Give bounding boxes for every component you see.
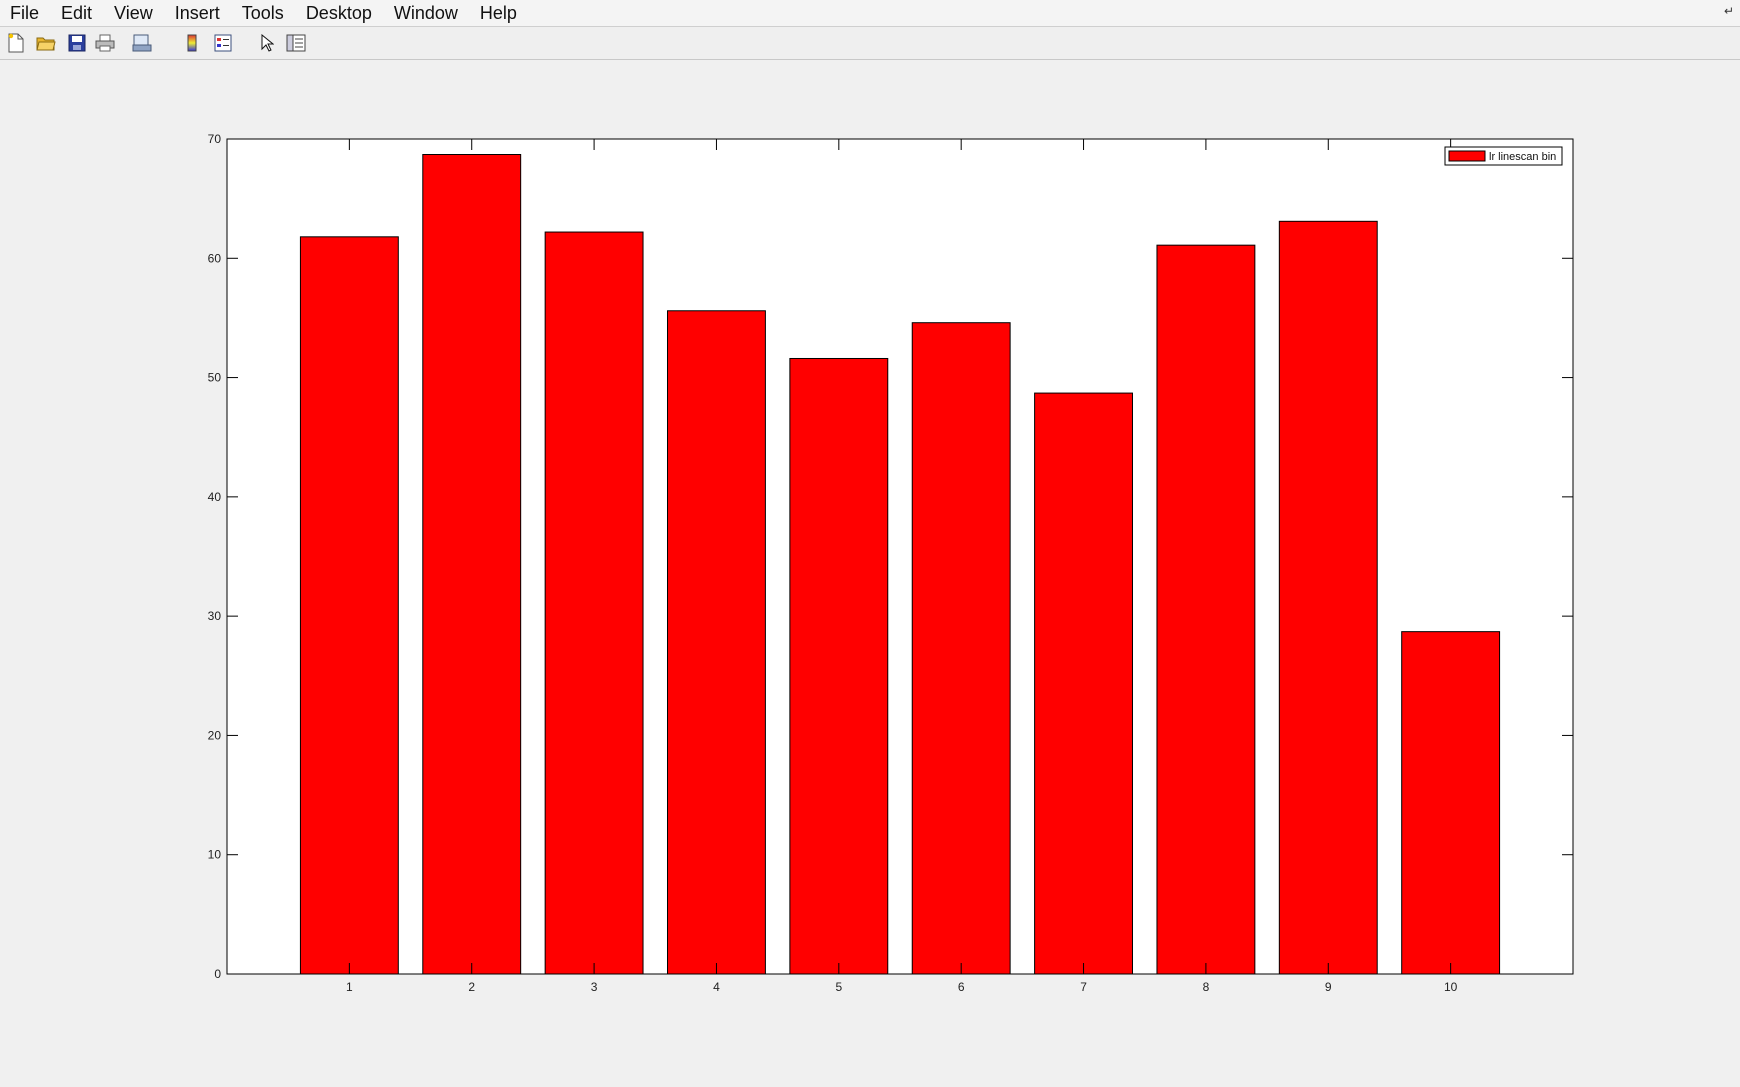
figure-toolbar [0, 27, 1740, 60]
open-file-icon[interactable] [35, 32, 57, 54]
new-figure-icon[interactable] [5, 32, 27, 54]
x-tick-label: 8 [1203, 980, 1210, 994]
bar-4[interactable] [667, 310, 766, 975]
y-tick-label: 70 [208, 132, 222, 146]
legend-swatch [1448, 150, 1486, 162]
y-tick-label: 0 [214, 967, 221, 981]
menu-edit[interactable]: Edit [50, 0, 103, 26]
print-preview-icon[interactable] [131, 32, 153, 54]
bar-9[interactable] [1278, 220, 1378, 975]
menu-insert[interactable]: Insert [164, 0, 231, 26]
colorbar-icon[interactable] [181, 32, 203, 54]
pointer-icon[interactable] [256, 32, 278, 54]
menu-view[interactable]: View [103, 0, 164, 26]
bar-2[interactable] [422, 154, 522, 975]
property-inspector-icon[interactable] [285, 32, 307, 54]
menu-bar: File Edit View Insert Tools Desktop Wind… [0, 0, 1740, 27]
figure-canvas: 0 10 20 30 40 50 60 70 1 2 3 4 5 6 7 8 9 10 lr linescan bi… [0, 60, 1740, 1087]
menu-tools[interactable]: Tools [231, 0, 295, 26]
print-icon[interactable] [94, 32, 116, 54]
y-tick-label: 10 [208, 848, 222, 862]
y-tick-label: 50 [208, 371, 222, 385]
legend-icon[interactable] [212, 32, 234, 54]
x-tick-label: 2 [468, 980, 475, 994]
x-tick-label: 9 [1325, 980, 1332, 994]
bar-chart[interactable]: 0 10 20 30 40 50 60 70 1 2 3 4 5 6 7 8 9 10 lr linescan bi… [0, 60, 1740, 1087]
bar-7[interactable] [1034, 392, 1133, 975]
legend-label: lr linescan bin [1489, 151, 1556, 163]
bar-1[interactable] [299, 236, 399, 975]
save-icon[interactable] [66, 32, 88, 54]
bar-8[interactable] [1156, 244, 1256, 975]
menu-help[interactable]: Help [469, 0, 528, 26]
menu-desktop[interactable]: Desktop [295, 0, 383, 26]
bar-10[interactable] [1401, 631, 1501, 975]
x-tick-label: 4 [713, 980, 720, 994]
undock-icon[interactable]: ↵ [1724, 4, 1734, 18]
menu-file[interactable]: File [0, 0, 50, 26]
menu-window[interactable]: Window [383, 0, 469, 26]
x-tick-label: 5 [835, 980, 842, 994]
x-tick-label: 6 [958, 980, 965, 994]
y-tick-label: 60 [208, 251, 222, 265]
x-tick-label: 1 [346, 980, 353, 994]
y-tick-label: 30 [208, 609, 222, 623]
bar-6[interactable] [911, 322, 1011, 975]
x-tick-label: 10 [1444, 980, 1458, 994]
x-tick-label: 7 [1080, 980, 1087, 994]
bar-3[interactable] [544, 231, 644, 975]
x-tick-label: 3 [591, 980, 598, 994]
y-tick-label: 40 [208, 490, 222, 504]
bar-5[interactable] [789, 357, 889, 975]
y-tick-label: 20 [208, 728, 222, 742]
